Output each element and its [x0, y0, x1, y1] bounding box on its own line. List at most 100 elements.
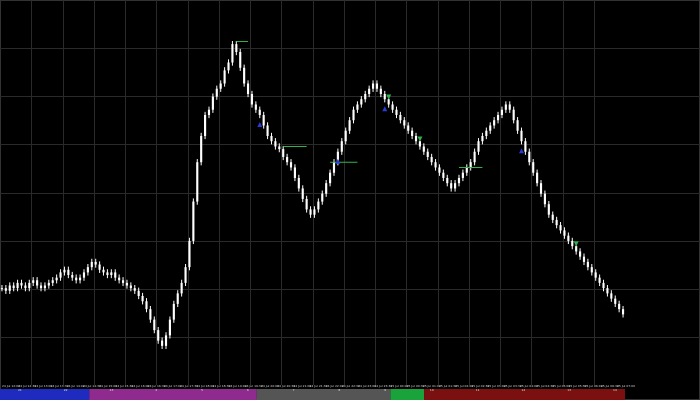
candle-body — [309, 209, 312, 215]
candle-body — [286, 156, 289, 163]
session-label: 10 — [430, 388, 434, 392]
candle-body — [90, 261, 93, 268]
candle-body — [485, 130, 488, 136]
candle-body — [493, 120, 496, 126]
session-label: 11 — [476, 388, 480, 392]
candle-body — [532, 162, 535, 173]
candle-body — [235, 44, 238, 53]
session-label: 8 — [338, 388, 340, 392]
candle-body — [524, 141, 527, 152]
candle-body — [121, 280, 125, 283]
candle-body — [438, 167, 441, 173]
candle-body — [20, 282, 23, 286]
candle-body — [383, 93, 386, 100]
candle-body — [129, 285, 132, 289]
session-bar — [0, 389, 90, 400]
candle-body — [559, 225, 562, 231]
candle-body — [465, 167, 468, 173]
candle-body — [227, 62, 230, 71]
candle-body — [278, 146, 281, 150]
candle-body — [614, 298, 617, 304]
candle-body — [98, 264, 101, 270]
candle-body — [391, 104, 394, 110]
session-bar — [256, 389, 391, 400]
candle-body — [262, 114, 265, 126]
candle-body — [145, 301, 148, 310]
candle-body — [621, 309, 625, 315]
candle-body — [71, 275, 74, 278]
candle-body — [82, 272, 86, 278]
candle-body — [250, 93, 254, 105]
candle-body — [141, 296, 144, 302]
session-bar — [89, 389, 257, 400]
candle-body — [536, 172, 539, 184]
candle-body — [602, 282, 605, 289]
candle-body — [457, 177, 461, 184]
candle-body — [200, 135, 203, 163]
candle-body — [157, 330, 160, 341]
candle-body — [28, 282, 31, 289]
candle-body — [317, 201, 320, 210]
candle-body — [411, 130, 414, 136]
session-label: 4 — [155, 388, 157, 392]
session-label: 21 — [18, 388, 22, 392]
session-label: 9 — [384, 388, 386, 392]
candle-body — [282, 149, 285, 157]
candle-body — [258, 109, 261, 115]
candle-body — [94, 261, 97, 265]
candle-body — [344, 130, 347, 142]
candle-body — [161, 340, 164, 346]
candle-body — [231, 44, 234, 63]
candle-body — [543, 193, 546, 205]
candle-body — [270, 135, 273, 142]
candle-body — [450, 183, 453, 189]
candle-body — [149, 309, 152, 320]
candle-body — [414, 135, 418, 142]
candle-body — [219, 83, 222, 89]
candle-body — [481, 135, 484, 142]
candle-body — [32, 280, 35, 283]
candle-body — [75, 277, 78, 281]
candle-body — [360, 99, 363, 105]
indicator-overlays — [236, 41, 483, 168]
grid — [0, 0, 700, 385]
candle-body — [379, 88, 382, 94]
candle-body — [489, 125, 492, 131]
candle-body — [504, 104, 507, 110]
signal-arrows — [257, 94, 579, 247]
candle-body — [551, 214, 554, 220]
candle-body — [426, 151, 429, 157]
candle-body — [454, 183, 457, 189]
chart-area[interactable]: 24 Jul 12:00 24 Jul 12:30 24 Jul 13:00 24 J… — [0, 0, 700, 400]
candle-body — [332, 162, 336, 173]
candle-body — [153, 319, 156, 331]
buy-arrow-icon — [335, 158, 341, 164]
buy-arrow-icon — [518, 148, 524, 154]
candle-body — [211, 96, 214, 110]
candle-body — [477, 141, 480, 152]
price-chart[interactable]: 24 Jul 12:0024 Jul 12:3024 Jul 13:0024 J… — [0, 0, 700, 400]
candle-body — [500, 109, 504, 115]
candle-body — [215, 88, 218, 97]
buy-arrow-icon — [257, 121, 263, 127]
candle-body — [610, 293, 613, 299]
session-label: 7 — [293, 388, 295, 392]
candle-body — [364, 93, 367, 100]
sell-arrow-icon — [573, 241, 579, 247]
candle-body — [461, 172, 464, 178]
candle-body — [352, 109, 355, 121]
candle-body — [106, 272, 109, 276]
candle-body — [204, 114, 207, 136]
candle-body — [86, 267, 89, 273]
candle-body — [39, 285, 43, 289]
candle-body — [422, 146, 425, 152]
candle-body — [133, 288, 136, 291]
candle-body — [567, 235, 570, 241]
candle-body — [8, 285, 11, 291]
candle-body — [47, 282, 50, 286]
candle-body — [0, 288, 4, 290]
candle-body — [528, 151, 531, 163]
time-tick-label: 25 Jul 07:00 — [617, 384, 635, 388]
candle-body — [371, 83, 375, 89]
candle-body — [571, 240, 574, 247]
